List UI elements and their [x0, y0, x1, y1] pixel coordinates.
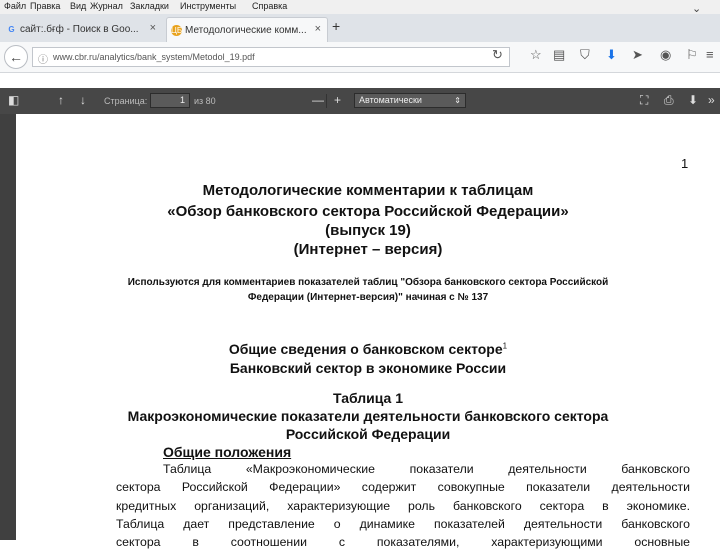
reading-list-icon[interactable]: ▤ — [553, 47, 565, 63]
menu-help[interactable]: Справка — [252, 1, 287, 11]
address-bar[interactable]: ⓘ www.cbr.ru/analytics/bank_system/Metod… — [32, 47, 510, 67]
doc-title-line: (Интернет – версия) — [293, 241, 443, 258]
page-number-input[interactable]: 1 — [150, 93, 190, 108]
menu-history[interactable]: Журнал — [90, 1, 123, 11]
previous-page-icon[interactable]: ↑ — [58, 93, 64, 107]
reload-icon[interactable]: ↻ — [492, 47, 503, 63]
body-line: Таблица «Макроэкономические показатели д… — [163, 462, 690, 476]
next-page-icon[interactable]: ↓ — [80, 93, 86, 107]
body-line: кредитных организаций, характеризующие р… — [116, 498, 690, 513]
shield-icon[interactable]: ⚐ — [686, 47, 698, 63]
usage-note-line: Федерации (Интернет-версия)" начиная с №… — [247, 292, 489, 303]
page-number: 1 — [681, 156, 689, 171]
sidebar-toggle-icon[interactable]: ◧ — [8, 93, 19, 107]
body-line: сектора Российской Федерации» содержит с… — [116, 480, 690, 495]
send-icon[interactable]: ➤ — [632, 47, 643, 63]
section-title-text: Общие сведения о банковском секторе — [228, 341, 503, 357]
zoom-select[interactable]: Автоматически ⇕ — [354, 93, 466, 108]
doc-title-line: (выпуск 19) — [325, 222, 411, 239]
zoom-out-button[interactable]: — — [312, 93, 324, 107]
table-title: Таблица 1 — [332, 390, 404, 406]
close-tab-icon[interactable]: × — [150, 22, 156, 34]
tab-google-search[interactable]: G сайт:.бғф - Поиск в Goo... × — [2, 17, 162, 42]
usage-note-line: Используются для комментариев показателе… — [127, 277, 609, 288]
new-tab-button[interactable]: + — [332, 18, 340, 34]
zoom-value: Автоматически — [359, 95, 422, 105]
menu-edit[interactable]: Правка — [30, 1, 60, 11]
doc-title-line: «Обзор банковского сектора Российской Фе… — [167, 203, 569, 220]
save-icon[interactable]: ⬇ — [688, 93, 698, 107]
page-label: Страница: — [104, 96, 148, 106]
cbr-favicon-icon: ЦБ — [171, 25, 183, 36]
toolbar-divider — [326, 94, 327, 108]
body-line: сектора в соотношении с показателями, ха… — [116, 535, 690, 550]
tab-list-chevron-icon[interactable]: ⌄ — [692, 2, 701, 15]
dropdown-arrow-icon: ⇕ — [454, 96, 461, 105]
body-line: Таблица дает представление о динамике по… — [116, 516, 690, 531]
tab-label: Методологические комм... — [185, 24, 307, 36]
body-paragraph: Таблица «Макроэкономические показатели д… — [116, 460, 690, 551]
back-arrow-icon: ← — [9, 49, 23, 65]
table-name-line: Российской Федерации — [285, 426, 451, 442]
back-button[interactable]: ← — [4, 45, 28, 69]
menu-view[interactable]: Вид — [70, 1, 86, 11]
bookmark-star-icon[interactable]: ☆ — [530, 47, 542, 63]
doc-title-line: Методологические комментарии к таблицам — [202, 182, 534, 199]
zoom-in-button[interactable]: + — [334, 93, 341, 107]
pocket-icon[interactable]: ⛉ — [580, 47, 590, 63]
menu-bookmarks[interactable]: Закладки — [130, 1, 169, 11]
menu-file[interactable]: Файл — [4, 1, 26, 11]
footnote-marker: 1 — [502, 341, 508, 351]
presentation-mode-icon[interactable]: ⛶ — [640, 93, 648, 108]
url-text: www.cbr.ru/analytics/bank_system/Metodol… — [53, 52, 255, 62]
chat-icon[interactable]: ◉ — [660, 47, 671, 63]
hamburger-menu-icon[interactable]: ≡ — [706, 47, 714, 62]
info-icon[interactable]: ⓘ — [38, 51, 48, 66]
tab-strip: G сайт:.бғф - Поиск в Goo... × ЦБ Методо… — [0, 14, 720, 43]
google-favicon-icon: G — [8, 25, 15, 34]
menu-tools[interactable]: Инструменты — [180, 1, 236, 11]
print-icon[interactable]: ⎙ — [664, 93, 674, 108]
tools-chevron-icon[interactable]: » — [708, 93, 715, 107]
pdf-page: 1 Методологические комментарии к таблица… — [16, 114, 720, 549]
close-tab-icon[interactable]: × — [315, 23, 321, 35]
tab-label: сайт:.бғф - Поиск в Goo... — [20, 24, 139, 35]
tab-methodology-pdf[interactable]: ЦБ Методологические комм... × — [166, 17, 328, 42]
general-heading: Общие положения — [163, 444, 292, 460]
table-name-line: Макроэкономические показатели деятельнос… — [127, 408, 609, 424]
menu-bar: Файл Правка Вид Журнал Закладки Инструме… — [0, 0, 720, 14]
section-title: Общие сведения о банковском секторе1 — [16, 341, 720, 357]
pdf-toolbar: ◧ ↑ ↓ Страница: 1 из 80 — + Автоматическ… — [0, 88, 720, 114]
section-subtitle: Банковский сектор в экономике России — [229, 360, 507, 376]
download-icon[interactable]: ⬇ — [606, 47, 617, 63]
page-total: из 80 — [194, 96, 216, 106]
